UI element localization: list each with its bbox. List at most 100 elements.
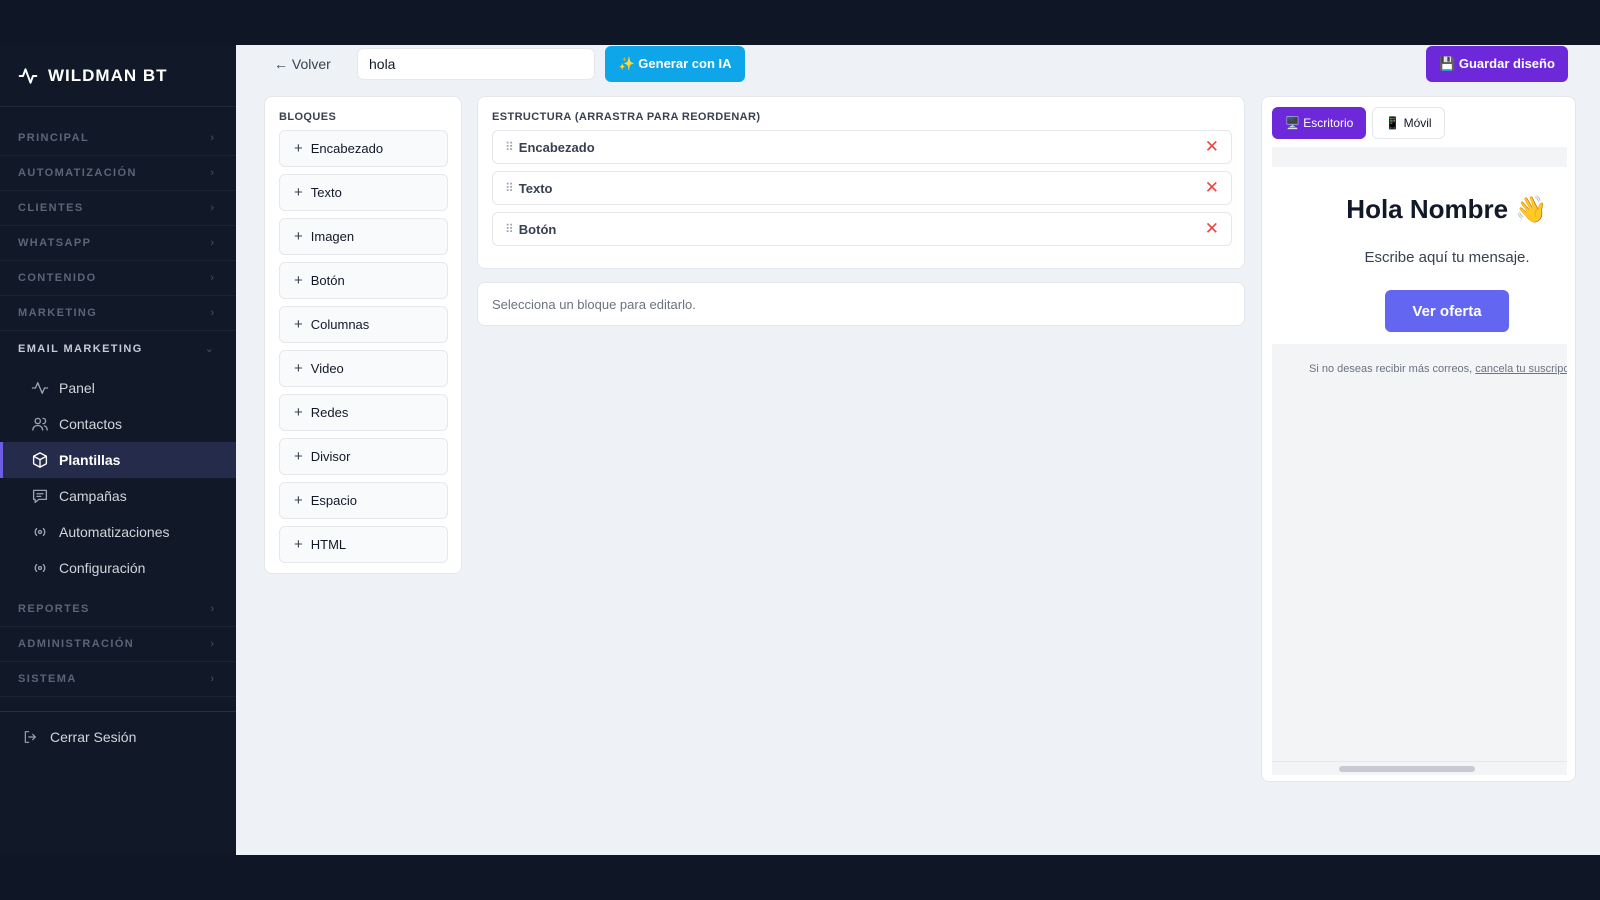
block-label: Redes xyxy=(310,405,349,420)
section-whatsapp[interactable]: WHATSAPP › xyxy=(0,226,236,261)
add-block-boton[interactable]: + Botón xyxy=(279,262,448,299)
section-clientes[interactable]: CLIENTES › xyxy=(0,191,236,226)
section-contenido[interactable]: CONTENIDO › xyxy=(0,261,236,296)
block-label: Botón xyxy=(310,273,345,288)
brand[interactable]: WILDMAN BT xyxy=(0,45,236,107)
email-footer: Si no deseas recibir más correos, cancel… xyxy=(1309,363,1567,375)
add-block-texto[interactable]: + Texto xyxy=(279,174,448,211)
preview-tabs: 🖥️ Escritorio 📱 Móvil xyxy=(1272,107,1565,139)
section-label: REPORTES xyxy=(18,603,90,615)
structure-row-encabezado[interactable]: ⠿ Encabezado ✕ xyxy=(492,130,1232,164)
section-label: PRINCIPAL xyxy=(18,132,90,144)
sidebar-item-panel[interactable]: Panel xyxy=(0,370,236,406)
add-block-imagen[interactable]: + Imagen xyxy=(279,218,448,255)
sidebar-item-automatizaciones[interactable]: Automatizaciones xyxy=(0,514,236,550)
block-label: HTML xyxy=(310,537,347,552)
cube-icon xyxy=(32,452,48,468)
tab-mobile[interactable]: 📱 Móvil xyxy=(1372,107,1445,139)
add-block-video[interactable]: + Video xyxy=(279,350,448,387)
add-block-redes[interactable]: + Redes xyxy=(279,394,448,431)
plus-icon: + xyxy=(294,492,303,509)
block-label: Video xyxy=(310,361,344,376)
section-sistema[interactable]: SISTEMA › xyxy=(0,662,236,697)
section-label: ADMINISTRACIÓN xyxy=(18,638,135,650)
add-block-espacio[interactable]: + Espacio xyxy=(279,482,448,519)
delete-icon[interactable]: ✕ xyxy=(1205,178,1219,198)
sidebar-item-label: Contactos xyxy=(59,416,123,432)
section-email-marketing[interactable]: EMAIL MARKETING ⌄ xyxy=(0,331,236,366)
section-label: AUTOMATIZACIÓN xyxy=(18,167,137,179)
chevron-right-icon: › xyxy=(210,237,214,249)
plus-icon: + xyxy=(294,404,303,421)
add-block-encabezado[interactable]: + Encabezado xyxy=(279,130,448,167)
email-heading: Hola Nombre 👋 xyxy=(1346,194,1548,224)
delete-icon[interactable]: ✕ xyxy=(1205,219,1219,239)
scrollbar-thumb[interactable] xyxy=(1339,766,1475,772)
add-block-columnas[interactable]: + Columnas xyxy=(279,306,448,343)
email-body: Hola Nombre 👋 Escribe aquí tu mensaje. V… xyxy=(1272,167,1567,344)
unsubscribe-link[interactable]: cancela tu suscripción xyxy=(1475,363,1567,375)
tab-desktop[interactable]: 🖥️ Escritorio xyxy=(1272,107,1367,139)
section-label: EMAIL MARKETING xyxy=(18,342,143,355)
chevron-right-icon: › xyxy=(210,673,214,685)
email-marketing-submenu: Panel Contactos Plantillas Campañas Auto… xyxy=(0,366,236,592)
structure-row-label: Encabezado xyxy=(518,139,595,155)
structure-row-boton[interactable]: ⠿ Botón ✕ xyxy=(492,212,1232,246)
plus-icon: + xyxy=(294,184,303,201)
block-label: Texto xyxy=(310,185,342,200)
editor-main: ← Volver ✨ Generar con IA 💾 Guardar dise… xyxy=(236,45,1600,855)
block-label: Encabezado xyxy=(310,141,384,156)
plus-icon: + xyxy=(294,448,303,465)
horizontal-scrollbar[interactable] xyxy=(1272,761,1567,775)
section-marketing[interactable]: MARKETING › xyxy=(0,296,236,331)
add-block-divisor[interactable]: + Divisor xyxy=(279,438,448,475)
plus-icon: + xyxy=(294,140,303,157)
preview-panel: 🖥️ Escritorio 📱 Móvil Hola Nombre 👋 Escr… xyxy=(1261,96,1576,782)
chevron-right-icon: › xyxy=(210,167,214,179)
sidebar-item-contactos[interactable]: Contactos xyxy=(0,406,236,442)
chevron-right-icon: › xyxy=(210,272,214,284)
plus-icon: + xyxy=(294,272,303,289)
generate-ai-button[interactable]: ✨ Generar con IA xyxy=(605,46,745,82)
drag-handle-icon[interactable]: ⠿ xyxy=(505,140,514,154)
sidebar-item-plantillas[interactable]: Plantillas xyxy=(0,442,236,478)
logout-button[interactable]: Cerrar Sesión xyxy=(0,711,236,761)
broadcast-icon xyxy=(34,563,46,573)
add-block-html[interactable]: + HTML xyxy=(279,526,448,563)
sidebar-item-label: Plantillas xyxy=(59,452,121,468)
section-reportes[interactable]: REPORTES › xyxy=(0,592,236,627)
section-principal[interactable]: PRINCIPAL › xyxy=(0,121,236,156)
structure-row-texto[interactable]: ⠿ Texto ✕ xyxy=(492,171,1232,205)
email-cta-button[interactable]: Ver oferta xyxy=(1385,290,1509,332)
drag-handle-icon[interactable]: ⠿ xyxy=(505,181,514,195)
email-footer-text: Si no deseas recibir más correos, xyxy=(1309,363,1476,375)
template-name-input[interactable] xyxy=(357,48,595,80)
structure-row-label: Texto xyxy=(518,180,553,196)
sidebar: WILDMAN BT PRINCIPAL › AUTOMATIZACIÓN › CL… xyxy=(0,45,236,855)
section-label: CLIENTES xyxy=(18,202,84,214)
back-button[interactable]: ← Volver xyxy=(264,49,341,79)
block-label: Divisor xyxy=(310,449,351,464)
sidebar-item-configuracion[interactable]: Configuración xyxy=(0,550,236,586)
sidebar-item-campanas[interactable]: Campañas xyxy=(0,478,236,514)
section-administracion[interactable]: ADMINISTRACIÓN › xyxy=(0,627,236,662)
chevron-right-icon: › xyxy=(210,132,214,144)
plus-icon: + xyxy=(294,536,303,553)
section-label: SISTEMA xyxy=(18,673,77,685)
block-label: Imagen xyxy=(310,229,355,244)
section-automatizacion[interactable]: AUTOMATIZACIÓN › xyxy=(0,156,236,191)
editor-hint-text: Selecciona un bloque para editarlo. xyxy=(492,296,696,312)
sidebar-item-label: Configuración xyxy=(59,560,146,576)
sidebar-item-label: Automatizaciones xyxy=(59,524,170,540)
app-window: WILDMAN BT PRINCIPAL › AUTOMATIZACIÓN › CL… xyxy=(0,45,1600,855)
drag-handle-icon[interactable]: ⠿ xyxy=(505,222,514,236)
email-preview-frame[interactable]: Hola Nombre 👋 Escribe aquí tu mensaje. V… xyxy=(1272,147,1567,775)
activity-icon xyxy=(31,382,49,394)
broadcast-icon xyxy=(34,527,46,537)
plus-icon: + xyxy=(294,228,303,245)
save-design-button[interactable]: 💾 Guardar diseño xyxy=(1426,46,1568,82)
block-editor-placeholder: Selecciona un bloque para editarlo. xyxy=(477,282,1245,326)
users-icon xyxy=(32,417,48,431)
structure-row-label: Botón xyxy=(518,221,557,237)
delete-icon[interactable]: ✕ xyxy=(1205,137,1219,157)
